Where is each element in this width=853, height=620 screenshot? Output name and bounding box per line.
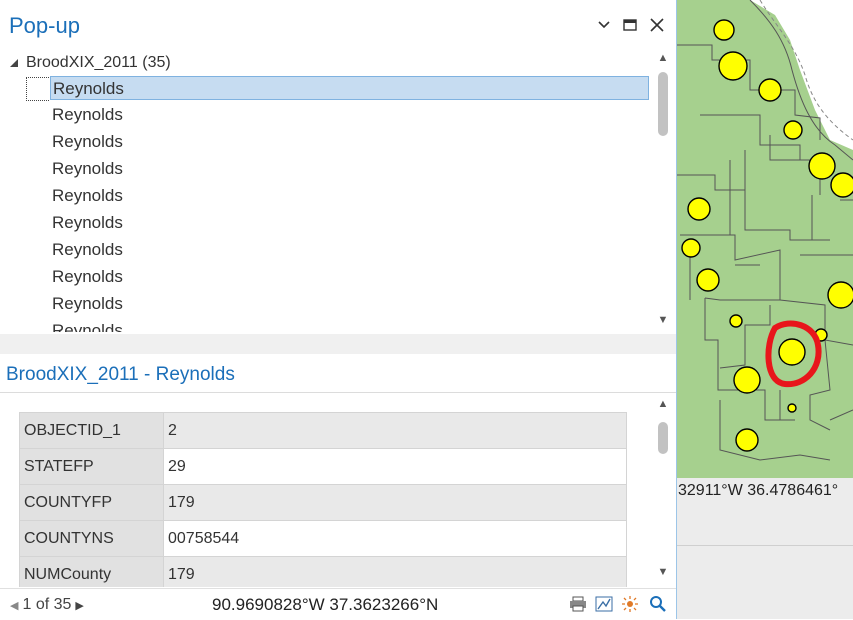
print-icon xyxy=(570,596,586,612)
scroll-up-icon[interactable]: ▲ xyxy=(656,52,670,64)
flash-icon xyxy=(622,596,638,612)
scroll-down-icon[interactable]: ▼ xyxy=(656,566,670,578)
field-name: STATEFP xyxy=(19,448,164,485)
table-row: STATEFP 29 xyxy=(19,448,627,485)
list-item[interactable]: Reynolds xyxy=(50,184,123,208)
feature-tree[interactable]: BroodXIX_2011 (35) Reynolds Reynolds Rey… xyxy=(0,50,652,332)
maximize-button[interactable] xyxy=(619,14,641,36)
table-row: OBJECTID_1 2 xyxy=(19,412,627,449)
collapse-caret-icon[interactable] xyxy=(8,57,20,69)
close-button[interactable] xyxy=(646,14,668,36)
zoom-to-button[interactable] xyxy=(594,594,614,614)
field-name: NUMCounty xyxy=(19,556,164,587)
next-feature-icon[interactable]: ▶ xyxy=(75,599,83,612)
field-value: 29 xyxy=(163,448,627,485)
table-row: COUNTYNS 00758544 xyxy=(19,520,627,557)
pointer-coordinates: 90.9690828°W 37.3623266°N xyxy=(212,595,439,614)
field-value: 179 xyxy=(163,484,627,521)
popup-pane: Pop-up BroodXIX_2011 (35) Reynolds Reyno… xyxy=(0,0,677,620)
scroll-thumb[interactable] xyxy=(658,422,668,454)
divider xyxy=(677,545,853,546)
pager: ◀ 1 of 35 ▶ xyxy=(6,596,88,614)
pager-text: 1 of 35 xyxy=(22,596,72,613)
list-item[interactable]: Reynolds xyxy=(50,292,123,316)
scroll-down-icon[interactable]: ▼ xyxy=(656,314,670,326)
detail-scrollbar[interactable]: ▲ ▼ xyxy=(655,398,671,584)
table-row: NUMCounty 179 xyxy=(19,556,627,587)
pan-to-icon xyxy=(650,596,666,612)
maximize-icon xyxy=(623,19,637,31)
scroll-up-icon[interactable]: ▲ xyxy=(656,398,670,410)
field-value: 179 xyxy=(163,556,627,587)
splitter[interactable] xyxy=(0,334,676,354)
attribute-panel: OBJECTID_1 2 STATEFP 29 COUNTYFP 179 COU… xyxy=(0,400,650,587)
popup-footer: ◀ 1 of 35 ▶ 90.9690828°W 37.3623266°N xyxy=(0,588,676,620)
table-row: COUNTYFP 179 xyxy=(19,484,627,521)
map-coordinates: 32911°W 36.4786461° xyxy=(678,482,839,499)
list-item[interactable]: Reynolds xyxy=(50,319,123,332)
field-name: COUNTYFP xyxy=(19,484,164,521)
list-item[interactable]: Reynolds xyxy=(50,211,123,235)
flash-button[interactable] xyxy=(620,594,640,614)
options-dropdown-button[interactable] xyxy=(593,14,615,36)
divider xyxy=(0,392,676,393)
list-item[interactable]: Reynolds xyxy=(50,103,123,127)
popup-title-bar: Pop-up xyxy=(0,0,676,48)
attribute-table: OBJECTID_1 2 STATEFP 29 COUNTYFP 179 COU… xyxy=(19,412,627,587)
list-item[interactable]: Reynolds xyxy=(50,157,123,181)
pan-to-button[interactable] xyxy=(648,594,668,614)
layer-node-label: BroodXIX_2011 (35) xyxy=(26,54,171,71)
pane-title: Pop-up xyxy=(9,13,80,38)
focus-indicator xyxy=(26,77,49,101)
print-button[interactable] xyxy=(568,594,588,614)
layer-node[interactable]: BroodXIX_2011 (35) xyxy=(8,52,171,74)
zoom-to-icon xyxy=(595,596,613,612)
scroll-thumb[interactable] xyxy=(658,72,668,136)
chevron-down-icon xyxy=(598,21,610,29)
list-item[interactable]: Reynolds xyxy=(50,265,123,289)
field-name: OBJECTID_1 xyxy=(19,412,164,449)
feature-detail-title: BroodXIX_2011 - Reynolds xyxy=(6,364,235,385)
list-item[interactable]: Reynolds xyxy=(50,130,123,154)
list-item[interactable]: Reynolds xyxy=(50,238,123,262)
close-icon xyxy=(650,18,664,32)
field-value: 2 xyxy=(163,412,627,449)
field-name: COUNTYNS xyxy=(19,520,164,557)
list-item[interactable]: Reynolds xyxy=(50,76,649,100)
field-value: 00758544 xyxy=(163,520,627,557)
tree-scrollbar[interactable]: ▲ ▼ xyxy=(655,52,671,332)
previous-feature-icon[interactable]: ◀ xyxy=(10,599,18,612)
